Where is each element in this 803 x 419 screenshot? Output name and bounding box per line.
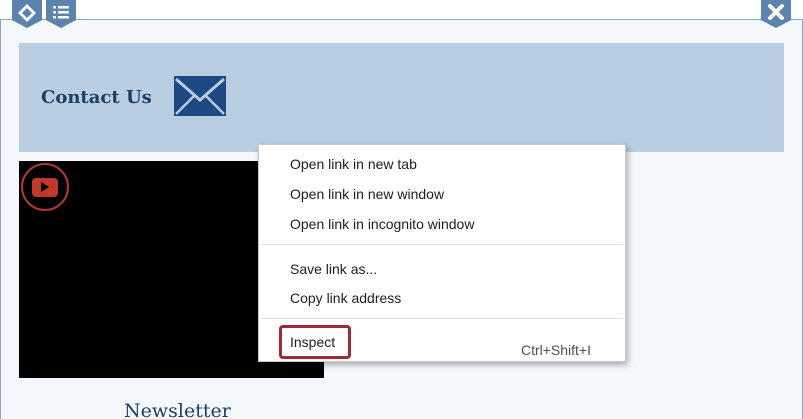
- list-icon: [53, 6, 69, 19]
- menu-separator: [261, 244, 623, 245]
- move-icon: [18, 4, 36, 22]
- menu-separator: [261, 318, 623, 319]
- inspect-shortcut: Ctrl+Shift+I: [520, 342, 591, 358]
- play-icon: [32, 177, 58, 197]
- menu-open-incognito[interactable]: Open link in incognito window: [259, 210, 625, 238]
- envelope-icon: [174, 76, 226, 116]
- youtube-icon[interactable]: [21, 163, 69, 211]
- newsletter-heading: Newsletter: [124, 400, 231, 419]
- contact-title: Contact Us: [41, 87, 152, 108]
- menu-save-link-as[interactable]: Save link as...: [259, 255, 625, 283]
- menu-copy-link-address[interactable]: Copy link address: [259, 284, 625, 312]
- close-icon: [768, 4, 784, 20]
- menu-open-new-window[interactable]: Open link in new window: [259, 180, 625, 208]
- menu-open-new-tab[interactable]: Open link in new tab: [259, 150, 625, 178]
- contact-banner[interactable]: Contact Us: [19, 43, 784, 152]
- context-menu: Open link in new tab Open link in new wi…: [258, 144, 626, 362]
